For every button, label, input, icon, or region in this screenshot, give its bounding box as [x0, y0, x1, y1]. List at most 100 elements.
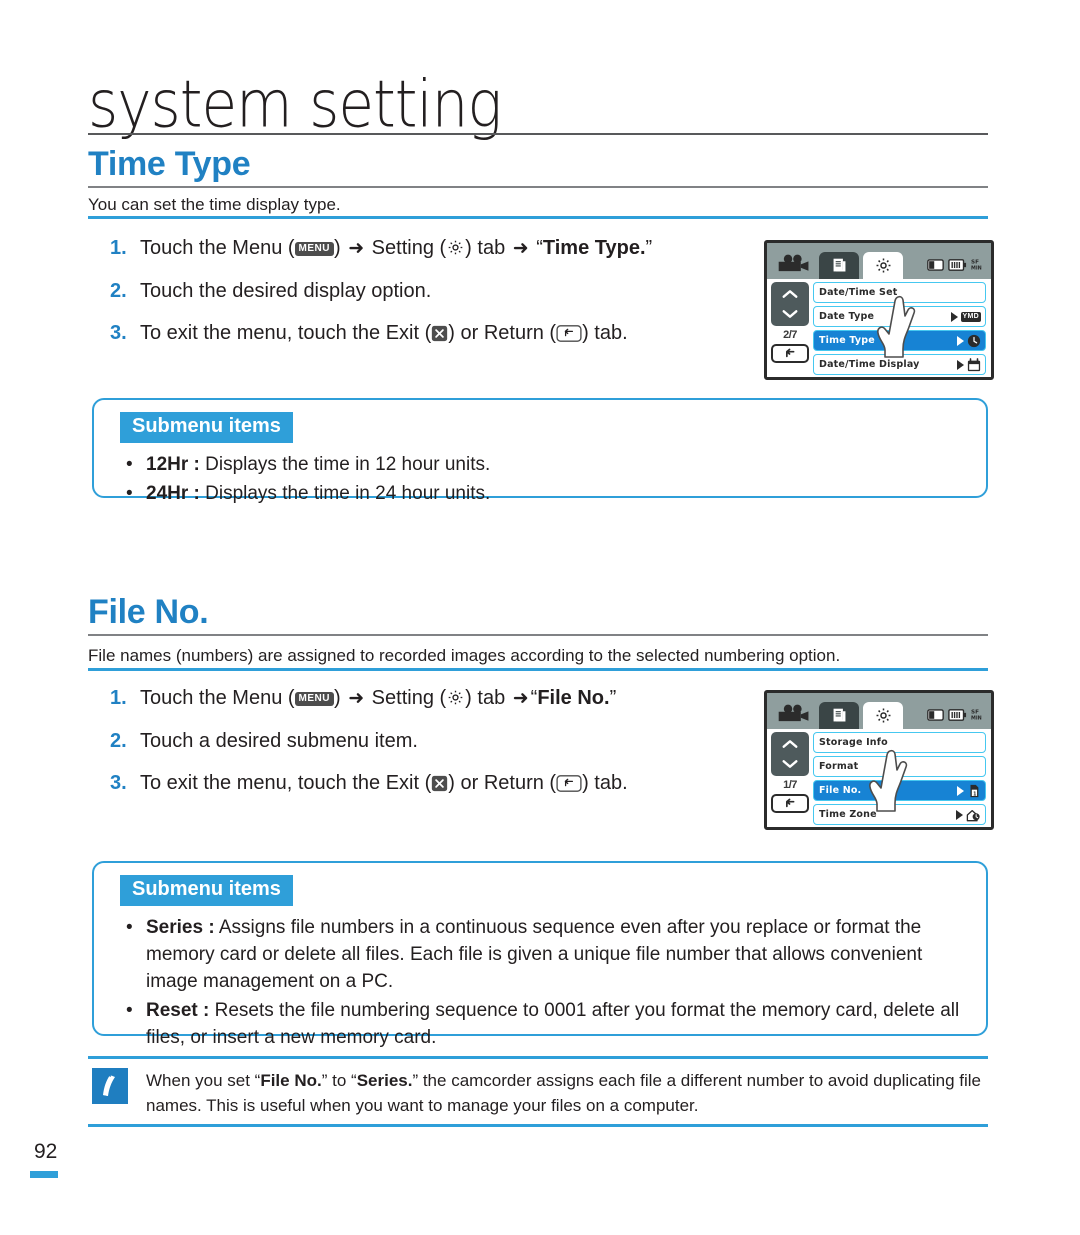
lcd-nav-pad — [771, 732, 809, 776]
return-icon — [556, 775, 582, 792]
lcd-tab-setting[interactable] — [863, 702, 903, 729]
chevron-down-icon — [782, 310, 798, 318]
arrow-right-icon-2: ➜ — [512, 238, 529, 259]
svg-text:MIN: MIN — [971, 265, 982, 271]
arrow-right-icon: ➜ — [348, 688, 365, 709]
step-text: Touch the Menu (MENU) ➜ Setting () tab ➜… — [140, 685, 616, 712]
exit-icon — [432, 325, 448, 342]
submenu-box-time-type: Submenu items 12Hr : Displays the time i… — [92, 398, 988, 507]
step-text-mid1: ) — [333, 237, 347, 259]
step-number: 1. — [110, 237, 127, 259]
step-text-pre: Touch the Menu ( — [140, 687, 295, 709]
lcd-scroll-up-button[interactable] — [771, 734, 809, 754]
lcd-menu-row[interactable]: Format — [813, 756, 986, 777]
section-description-time-type: You can set the time display type. — [88, 195, 341, 214]
step-item: 1. Touch the Menu (MENU) ➜ Setting () ta… — [110, 685, 628, 712]
globe-home-icon — [966, 809, 980, 821]
note-bold-series: Series. — [356, 1071, 413, 1090]
lcd-menu-rows: Date/Time Set Date Type YMD Time Type Da… — [813, 279, 991, 377]
lcd-status-indicators: SF MIN — [927, 708, 984, 721]
note-bold-file-no: File No. — [260, 1071, 322, 1090]
submenu-term: Series : — [146, 917, 215, 938]
submenu-desc: Resets the file numbering sequence to 00… — [146, 1000, 960, 1048]
lcd-top-bar: SF MIN — [767, 693, 991, 729]
lcd-scroll-down-button[interactable] — [771, 754, 809, 774]
submenu-tag: Submenu items — [120, 875, 293, 906]
submenu-item: 24Hr : Displays the time in 24 hour unit… — [126, 480, 964, 507]
submenu-desc: Assigns file numbers in a continuous seq… — [146, 917, 923, 992]
step-text-bold: Time Type. — [542, 237, 646, 259]
lcd-menu-row[interactable]: Storage Info — [813, 732, 986, 753]
lcd-nav-column: 1/7 — [767, 729, 813, 827]
step-text-mid1: ) — [333, 687, 347, 709]
lcd-row-label: Time Zone — [819, 809, 877, 820]
lcd-row-right — [956, 808, 981, 822]
lcd-row-right: YMD — [950, 311, 981, 322]
lcd-scroll-up-button[interactable] — [771, 284, 809, 304]
step-text-pre: To exit the menu, touch the Exit ( — [140, 772, 432, 794]
lcd-tab-list[interactable] — [819, 252, 859, 279]
chevron-up-icon — [782, 740, 798, 748]
lcd-menu-row[interactable]: Date/Time Display — [813, 354, 986, 375]
page-number: 92 — [34, 1140, 58, 1163]
step-item: 3. To exit the menu, touch the Exit ( ) o… — [110, 770, 628, 796]
triangle-right-icon — [950, 311, 958, 322]
chevron-down-icon — [782, 760, 798, 768]
lcd-nav-column: 2/7 — [767, 279, 813, 377]
step-number: 2. — [110, 730, 127, 752]
lcd-return-button[interactable] — [771, 344, 809, 363]
list-icon — [833, 708, 845, 722]
lcd-tab-setting[interactable] — [863, 252, 903, 279]
step-text-mid1: ) or Return ( — [448, 772, 557, 794]
gear-icon — [448, 690, 463, 705]
lcd-scroll-down-button[interactable] — [771, 304, 809, 324]
section-divider-file-no — [88, 634, 988, 636]
lcd-return-button[interactable] — [771, 794, 809, 813]
lcd-row-right — [957, 334, 981, 348]
ymd-badge-icon: YMD — [960, 311, 981, 322]
lcd-row-label: File No. — [819, 785, 862, 796]
list-icon — [833, 258, 845, 272]
submenu-item: 12Hr : Displays the time in 12 hour unit… — [126, 451, 964, 478]
submenu-list: 12Hr : Displays the time in 12 hour unit… — [94, 451, 986, 523]
gear-icon — [876, 708, 890, 723]
exit-icon — [432, 775, 448, 792]
triangle-right-icon — [957, 335, 964, 346]
step-text-mid2: Setting ( — [366, 237, 447, 259]
submenu-term: 24Hr : — [146, 483, 200, 504]
quality-badge-icon: SF MIN — [971, 260, 982, 271]
lcd-row-label: Date/Time Set — [819, 287, 898, 298]
step-text-post: ” — [645, 237, 653, 259]
chevron-up-icon — [782, 290, 798, 298]
lcd-menu-row-selected[interactable]: Time Type — [813, 330, 986, 351]
lcd-menu-row-selected[interactable]: File No. 1 — [813, 780, 986, 801]
lcd-menu-row[interactable]: Date/Time Set — [813, 282, 986, 303]
lcd-page-indicator: 2/7 — [783, 329, 797, 341]
step-text-mid1: ) or Return ( — [448, 322, 557, 344]
step-text-mid3: ) tab — [465, 687, 511, 709]
step-number: 3. — [110, 772, 127, 794]
step-text-post: ” — [609, 687, 617, 709]
triangle-right-icon — [957, 359, 964, 370]
pencil-glyph — [103, 1074, 115, 1096]
lcd-row-label: Time Type — [819, 335, 875, 346]
lcd-row-right — [957, 357, 981, 372]
submenu-tag: Submenu items — [120, 412, 293, 443]
lcd-tab-list[interactable] — [819, 702, 859, 729]
note-bottom-divider — [88, 1124, 988, 1127]
submenu-term: Reset : — [146, 1000, 210, 1021]
battery-icon — [948, 258, 967, 271]
lcd-menu-row[interactable]: Date Type YMD — [813, 306, 986, 327]
gear-icon — [448, 240, 463, 255]
calendar-icon — [967, 357, 981, 371]
lcd-menu-row[interactable]: Time Zone — [813, 804, 986, 825]
title-divider — [88, 133, 988, 135]
lcd-screen-time-type: SF MIN 2/7 Date/Time Set Date Type YMD T… — [764, 240, 994, 380]
step-text: Touch the desired display option. — [140, 280, 432, 302]
lcd-row-label: Format — [819, 761, 859, 772]
return-arrow-icon — [785, 348, 795, 358]
section-divider-time-type — [88, 186, 988, 188]
submenu-term: 12Hr : — [146, 454, 200, 475]
lcd-nav-pad — [771, 282, 809, 326]
step-text: To exit the menu, touch the Exit () or R… — [140, 320, 628, 346]
